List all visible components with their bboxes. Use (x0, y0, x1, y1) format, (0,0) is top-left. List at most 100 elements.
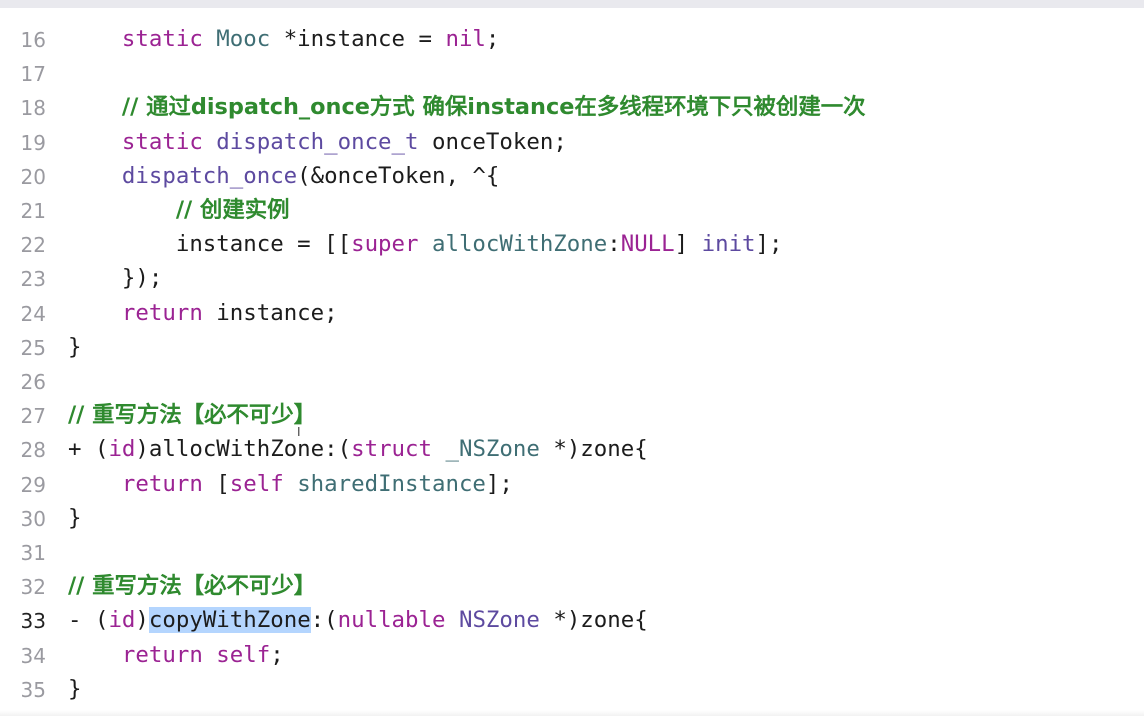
code-line[interactable]: 21 // 创建实例 (0, 193, 1144, 227)
line-number: 21 (20, 199, 46, 223)
code-text[interactable]: return self; (68, 641, 284, 669)
line-number: 17 (20, 62, 46, 87)
code-line[interactable]: 35} (0, 672, 1144, 706)
code-text[interactable]: // 重写方法【必不可少】 (68, 572, 316, 600)
code-comment: // 通过dispatch_once方式 确保instance在多线程环境下只被… (121, 94, 866, 121)
code-line[interactable]: 17 (0, 56, 1144, 90)
code-line[interactable]: 20 dispatch_once(&onceToken, ^{ (0, 159, 1144, 193)
line-number: 27 (20, 404, 46, 429)
code-token: id (108, 607, 136, 634)
code-line[interactable]: 30} (0, 501, 1144, 535)
code-text[interactable]: dispatch_once(&onceToken, ^{ (68, 162, 499, 190)
code-token: dispatch_once (121, 162, 298, 189)
code-token: ; (485, 26, 500, 52)
code-token: :( (310, 607, 338, 634)
code-token: } (68, 333, 82, 360)
code-token: ] (674, 231, 702, 258)
line-number: 18 (20, 96, 46, 121)
code-line[interactable]: 25} (0, 330, 1144, 364)
code-text[interactable]: // 创建实例 (68, 196, 290, 224)
code-line[interactable]: 26 (0, 364, 1144, 398)
code-token: instance; (202, 299, 338, 326)
code-token: } (68, 504, 82, 531)
code-token: }); (68, 265, 163, 292)
code-text[interactable]: return [self sharedInstance]; (68, 470, 513, 498)
line-number: 30 (20, 506, 46, 531)
code-text[interactable]: // 重写方法【必不可少】 (68, 401, 316, 429)
line-number: 16 (20, 28, 46, 52)
code-token: [ (202, 470, 230, 497)
code-line[interactable]: 16 static Mooc *instance = nil; (0, 22, 1144, 56)
code-line[interactable]: 28 + (id)allocWithZone:(struct _NSZone *)… (0, 432, 1144, 466)
code-token: return (121, 299, 203, 326)
code-token: *instance = (270, 26, 446, 52)
code-token: self (229, 470, 284, 497)
code-line[interactable]: 32 // 重写方法【必不可少】 (0, 569, 1144, 603)
code-line[interactable]: 31 (0, 535, 1144, 569)
code-text[interactable]: static Mooc *instance = nil; (68, 25, 499, 53)
line-number: 24 (20, 301, 46, 326)
code-editor[interactable]: 16 static Mooc *instance = nil; 17 18 // 通… (0, 8, 1144, 716)
code-line[interactable]: 24 return instance; (0, 296, 1144, 330)
code-text[interactable]: instance = [[super allocWithZone:NULL] i… (68, 230, 783, 258)
code-line[interactable]: 33 - (id)copyWithZone:(nullable NSZone *)… (0, 603, 1144, 637)
code-text[interactable]: } (68, 675, 81, 703)
code-text[interactable]: } (68, 504, 81, 532)
selected-token: copyWithZone (148, 607, 311, 634)
code-line[interactable]: 27 // 重写方法【必不可少】 (0, 398, 1144, 432)
code-text[interactable]: } (68, 333, 81, 361)
code-token: ; (270, 641, 284, 668)
code-text[interactable]: return instance; (68, 299, 338, 327)
code-token: sharedInstance (297, 470, 486, 497)
code-token: static (121, 128, 203, 155)
code-text[interactable]: static dispatch_once_t onceToken; (68, 128, 567, 156)
code-text[interactable]: }); (68, 264, 162, 292)
code-text[interactable]: + (id)allocWithZone:(struct _NSZone *)zo… (68, 435, 648, 463)
line-number: 33 (20, 609, 46, 634)
code-comment: // 重写方法【必不可少】 (68, 573, 317, 600)
code-token: self (216, 641, 271, 668)
code-token: _NSZone (445, 436, 540, 463)
code-token: )allocWithZone:( (135, 436, 352, 463)
line-number: 23 (20, 267, 46, 292)
code-token: (&onceToken, ^{ (297, 162, 500, 189)
code-text[interactable]: - (id)copyWithZone:(nullable NSZone *)zo… (68, 606, 648, 634)
code-comment: // 创建实例 (175, 197, 290, 223)
code-line[interactable]: 29 return [self sharedInstance]; (0, 467, 1144, 501)
code-token: init (701, 231, 756, 258)
line-number: 29 (20, 472, 46, 497)
code-token: + ( (68, 436, 109, 463)
editor-bottom-edge (0, 710, 1144, 716)
mouse-cursor-icon: I (297, 425, 301, 439)
line-number: 25 (20, 335, 46, 360)
line-number: 22 (20, 233, 46, 258)
code-token: ]; (755, 231, 783, 258)
code-token: return (121, 641, 203, 668)
editor-top-strip (0, 0, 1144, 8)
code-comment: // 重写方法【必不可少】 (68, 402, 317, 429)
line-number: 31 (20, 541, 46, 565)
code-token: super (351, 231, 419, 258)
code-line[interactable]: 18 // 通过dispatch_once方式 确保instance在多线程环境… (0, 90, 1144, 124)
code-line[interactable]: 23 }); (0, 261, 1144, 295)
code-line[interactable]: 19 static dispatch_once_t onceToken; (0, 125, 1144, 159)
code-token: id (108, 436, 136, 463)
code-token: - ( (68, 607, 109, 634)
line-number: 35 (20, 677, 46, 702)
code-token: *)zone{ (539, 607, 648, 634)
code-token: Mooc (216, 26, 271, 52)
code-line[interactable]: 34 return self; (0, 638, 1144, 672)
code-token: nullable (337, 607, 446, 634)
code-text[interactable]: // 通过dispatch_once方式 确保instance在多线程环境下只被… (68, 93, 866, 121)
code-line[interactable]: 22 instance = [[super allocWithZone:NULL… (0, 227, 1144, 261)
